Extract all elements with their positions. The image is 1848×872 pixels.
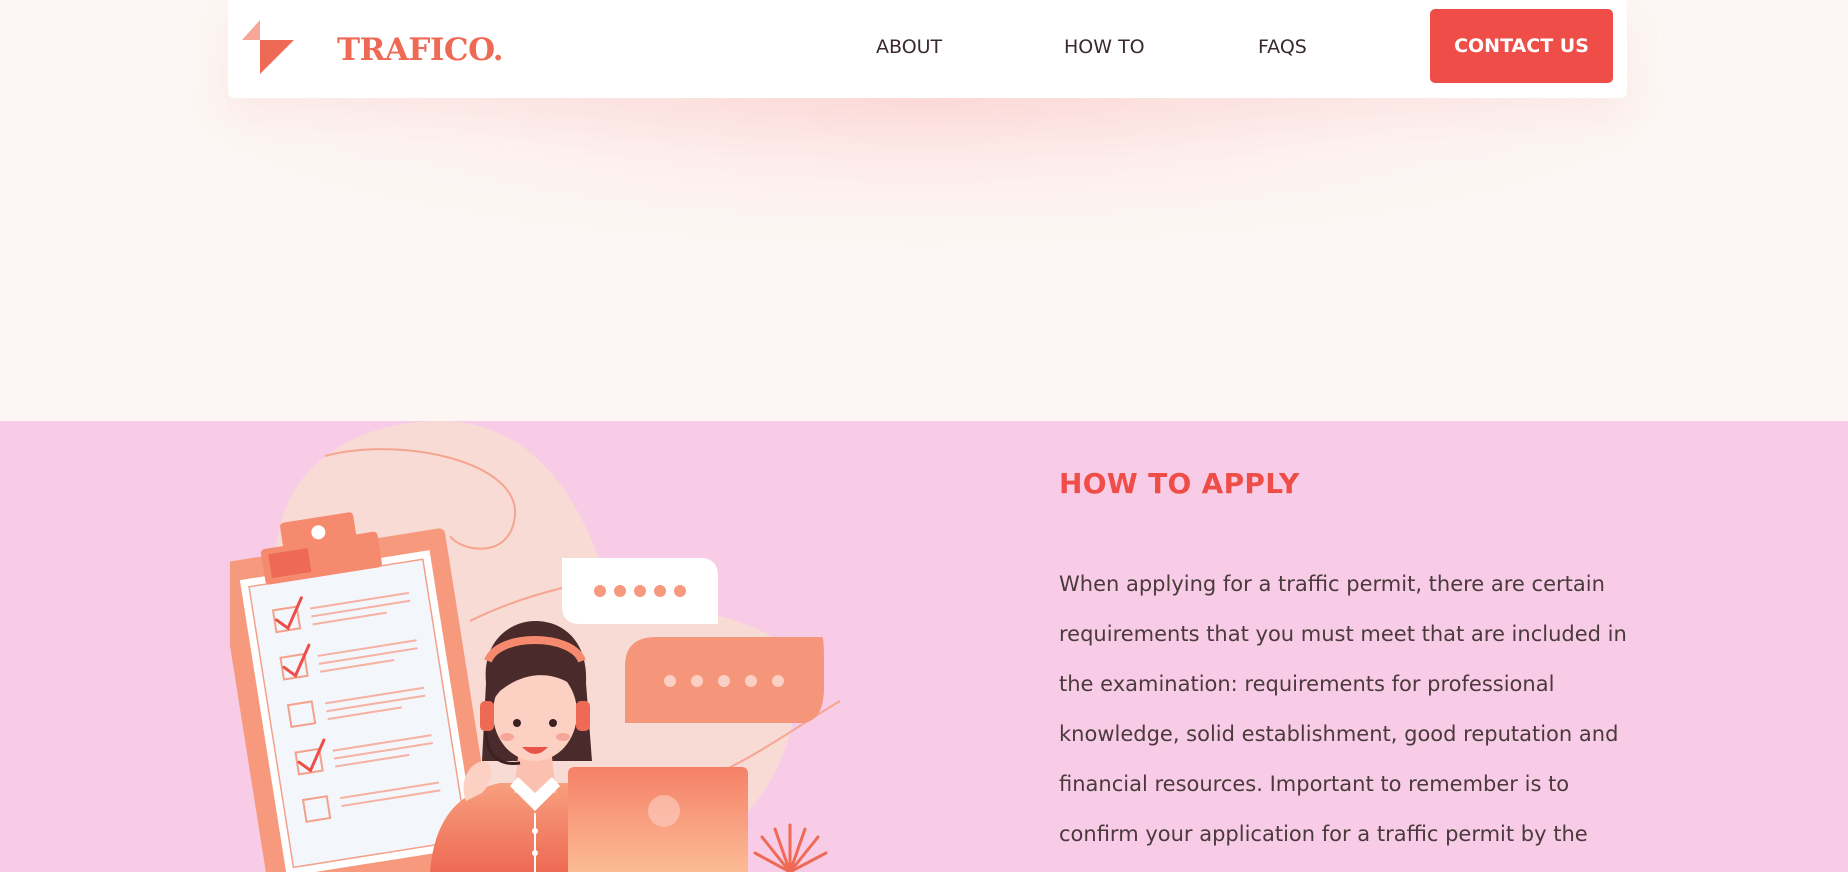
triangle-logo-icon bbox=[242, 20, 294, 74]
how-to-apply-section: HOW TO APPLY When applying for a traffic… bbox=[0, 421, 1848, 872]
contact-us-button[interactable]: CONTACT US bbox=[1430, 9, 1613, 83]
how-to-apply-body: When applying for a traffic permit, ther… bbox=[1059, 572, 1627, 846]
how-to-apply-heading: HOW TO APPLY bbox=[1059, 467, 1300, 500]
brand-logo[interactable]: TRAFICO. bbox=[242, 18, 504, 76]
nav-link-how-to[interactable]: HOW TO bbox=[1064, 36, 1145, 58]
brand-name: TRAFICO. bbox=[337, 32, 504, 68]
nav-link-faqs[interactable]: FAQS bbox=[1258, 36, 1307, 58]
nav-link-about[interactable]: ABOUT bbox=[876, 36, 942, 58]
navbar: TRAFICO. ABOUT HOW TO FAQS CONTACT US bbox=[228, 0, 1627, 98]
support-agent-checklist-illustration bbox=[230, 421, 841, 872]
